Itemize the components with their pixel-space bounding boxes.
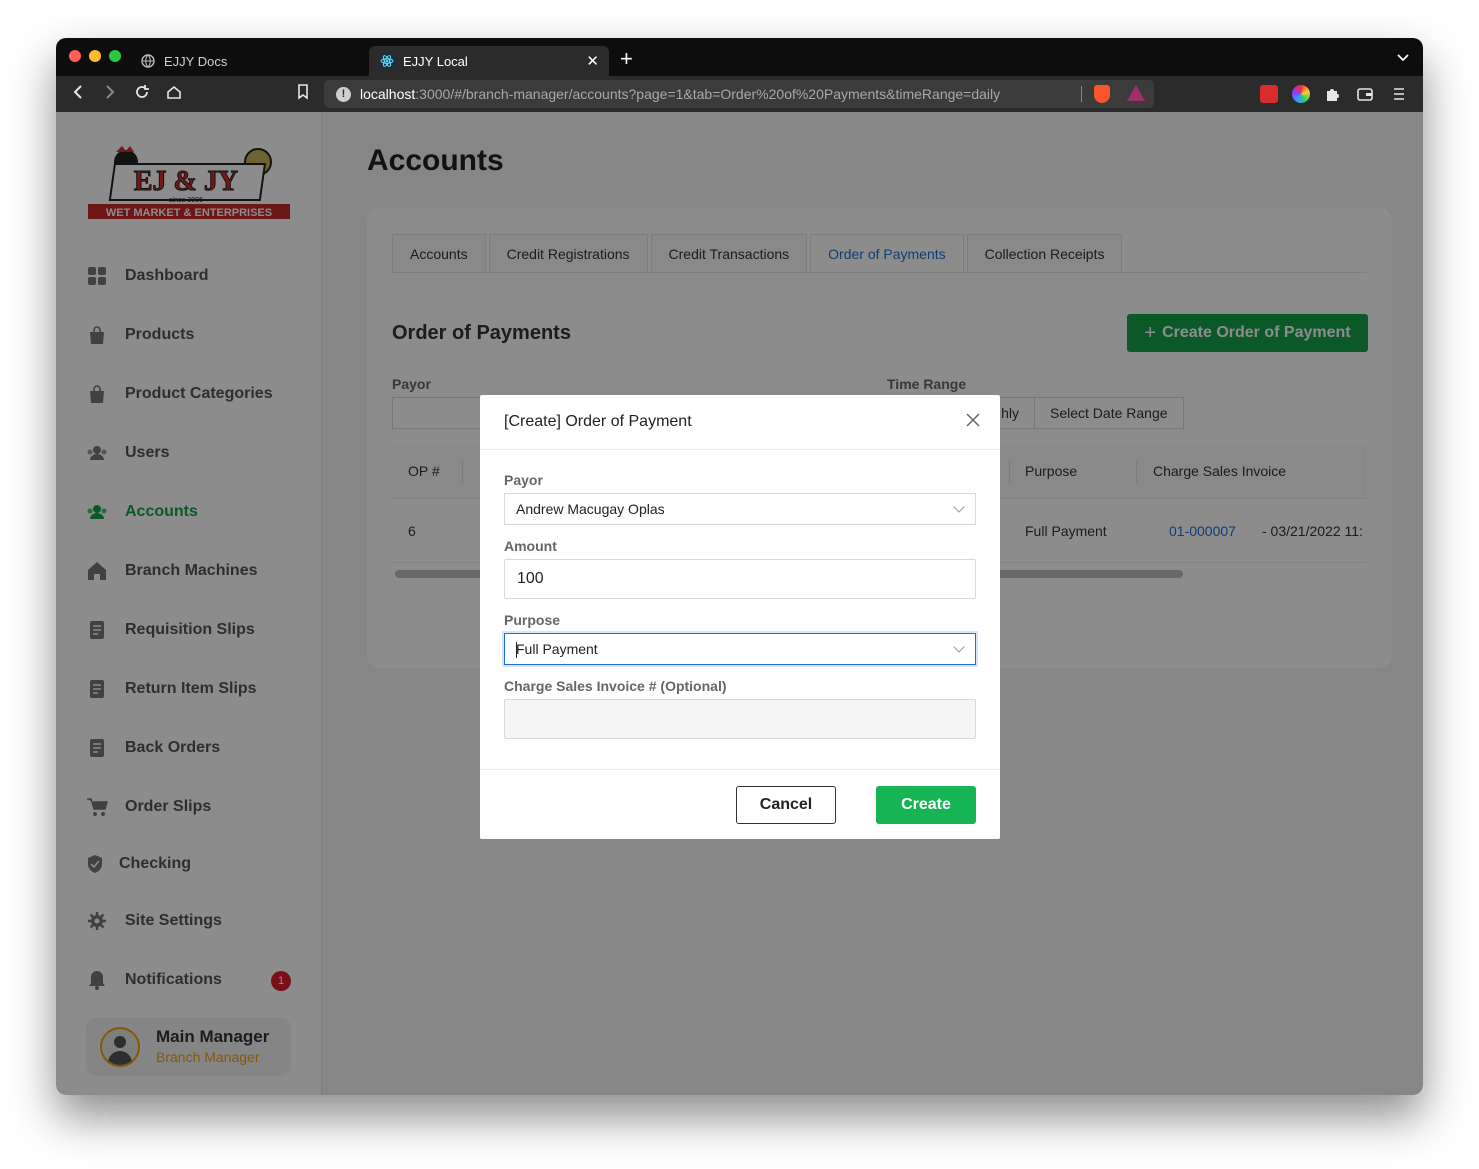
payor-value: Andrew Macugay Oplas xyxy=(516,501,665,517)
modal-title: [Create] Order of Payment xyxy=(504,413,692,430)
amount-input[interactable] xyxy=(504,559,976,599)
chevron-down-icon xyxy=(953,501,965,513)
url-host: localhost xyxy=(360,86,416,102)
browser-tab-strip: EJJY Docs EJJY Local ✕ + xyxy=(56,38,1423,76)
address-bar[interactable]: ! localhost:3000/#/branch-manager/accoun… xyxy=(324,80,1154,108)
menu-icon[interactable] xyxy=(1392,85,1410,103)
close-window-button[interactable] xyxy=(69,50,81,62)
puzzle-icon[interactable] xyxy=(1324,85,1342,103)
browser-tab-ejjy-docs[interactable]: EJJY Docs xyxy=(130,46,366,76)
browser-tab-title: EJJY Docs xyxy=(164,53,228,69)
create-button[interactable]: Create xyxy=(876,786,976,824)
purpose-label: Purpose xyxy=(504,612,561,628)
close-tab-icon[interactable]: ✕ xyxy=(586,52,599,70)
reload-icon[interactable] xyxy=(132,84,152,105)
browser-tab-title: EJJY Local xyxy=(403,53,468,69)
amount-label: Amount xyxy=(504,538,557,554)
charge-sales-invoice-input[interactable] xyxy=(504,699,976,739)
divider xyxy=(1081,86,1082,102)
minimize-window-button[interactable] xyxy=(89,50,101,62)
bookmark-icon[interactable] xyxy=(293,84,313,105)
wallet-icon[interactable] xyxy=(1356,85,1374,103)
rewards-icon[interactable] xyxy=(1127,85,1145,101)
new-tab-button[interactable]: + xyxy=(620,48,633,70)
home-icon[interactable] xyxy=(164,84,184,105)
globe-icon xyxy=(140,53,156,69)
forward-icon[interactable] xyxy=(100,84,120,105)
modal-header: [Create] Order of Payment xyxy=(480,395,1000,450)
purpose-value: Full Payment xyxy=(516,641,598,657)
browser-tab-ejjy-local[interactable]: EJJY Local ✕ xyxy=(369,46,609,76)
payor-select[interactable]: Andrew Macugay Oplas xyxy=(504,493,976,525)
maximize-window-button[interactable] xyxy=(109,50,121,62)
text-caret xyxy=(516,642,517,658)
purpose-select[interactable]: Full Payment xyxy=(504,633,976,665)
brave-shield-icon[interactable] xyxy=(1094,85,1110,103)
url-path: :3000/#/branch-manager/accounts?page=1&t… xyxy=(415,86,1001,102)
close-icon[interactable] xyxy=(966,409,980,431)
back-icon[interactable] xyxy=(68,84,88,105)
site-info-icon[interactable]: ! xyxy=(336,86,351,102)
chevron-down-icon[interactable] xyxy=(1397,50,1409,65)
browser-toolbar: ! localhost:3000/#/branch-manager/accoun… xyxy=(56,76,1423,112)
cancel-button[interactable]: Cancel xyxy=(736,786,836,824)
chevron-down-icon xyxy=(953,641,965,653)
charge-sales-invoice-label: Charge Sales Invoice # (Optional) xyxy=(504,678,727,694)
react-icon xyxy=(379,53,395,69)
payor-label: Payor xyxy=(504,472,543,488)
create-order-of-payment-modal: [Create] Order of Payment Payor Andrew M… xyxy=(480,395,1000,839)
browser-window: EJJY Docs EJJY Local ✕ + ! localhost:30… xyxy=(56,38,1423,1095)
color-extension-icon[interactable] xyxy=(1292,85,1310,103)
modal-footer: Cancel Create xyxy=(480,769,1000,839)
extension-icon[interactable] xyxy=(1260,85,1278,103)
